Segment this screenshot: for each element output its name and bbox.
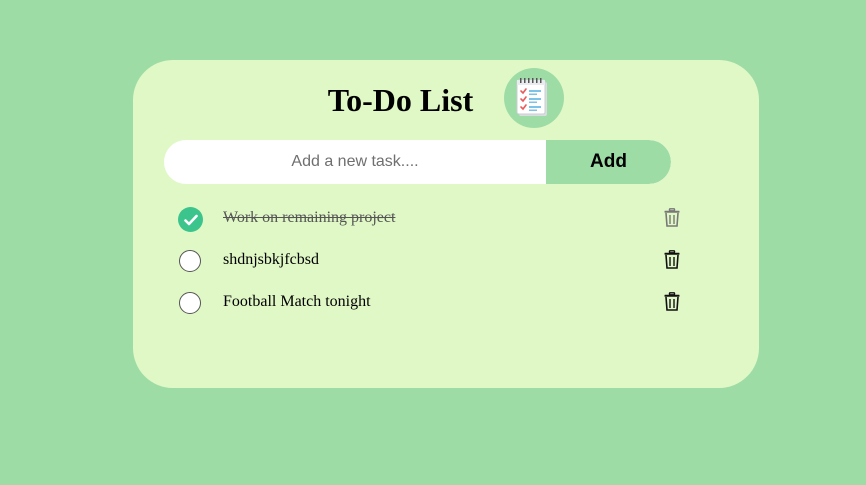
task-text: shdnjsbkjfcbsd [223,251,319,268]
page-title: To-Do List [327,82,474,118]
todo-card: To-Do List Add a new task.... Add Work o… [133,60,759,388]
task-text: Work on remaining project [223,209,396,226]
unchecked-circle-icon[interactable] [179,250,201,272]
list-item[interactable]: shdnjsbkjfcbsd [133,240,759,282]
add-task-row: Add [164,140,671,184]
task-list: Work on remaining project shdnjsbkjfcbsd [133,198,759,324]
list-item[interactable]: Work on remaining project [133,198,759,240]
trash-icon[interactable] [664,250,680,269]
notepad-checklist-icon [504,68,564,128]
task-text: Football Match tonight [223,293,371,310]
list-item[interactable]: Football Match tonight [133,282,759,324]
trash-icon[interactable] [664,208,680,227]
checked-icon[interactable] [178,207,203,232]
task-input[interactable] [164,140,546,184]
add-button[interactable]: Add [546,140,671,184]
trash-icon[interactable] [664,292,680,311]
unchecked-circle-icon[interactable] [179,292,201,314]
